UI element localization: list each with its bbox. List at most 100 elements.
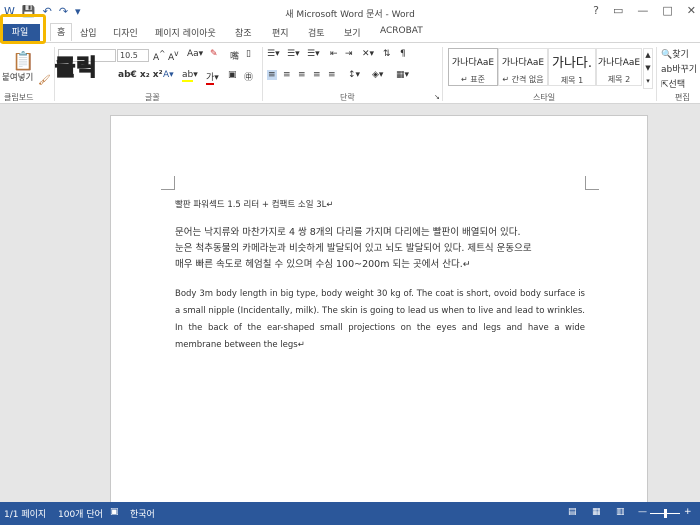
format-painter-icon[interactable]: 🖌 xyxy=(38,75,51,86)
style-heading-2[interactable]: 가나다AaE 제목 2 xyxy=(596,48,642,86)
align-center-icon[interactable]: ≡ xyxy=(283,70,291,80)
dialog-launcher-icon[interactable]: ↘ xyxy=(434,93,440,101)
multilevel-icon[interactable]: ☰▾ xyxy=(307,49,320,59)
tab-view[interactable]: 보기 xyxy=(344,26,361,39)
zoom-out-icon[interactable]: — xyxy=(638,507,647,517)
korean-line-3: 매우 빠른 속도로 헤엄칠 수 있으며 수심 100~200m 되는 곳에서 산… xyxy=(175,259,471,270)
styles-group-label: 스타일 xyxy=(533,93,556,102)
replace-icon: ab xyxy=(661,65,673,75)
strike-subscript-icon[interactable]: ab€ x₂ x² xyxy=(118,70,163,80)
style-name: 제목 1 xyxy=(560,76,584,85)
numbering-icon[interactable]: ☰▾ xyxy=(287,49,300,59)
window-controls: ? ▭ — □ ✕ xyxy=(593,4,696,17)
zoom-in-icon[interactable]: + xyxy=(684,507,692,517)
tab-acrobat[interactable]: ACROBAT xyxy=(380,26,423,36)
clear-format-icon[interactable]: ✎ xyxy=(210,49,218,59)
highlight-icon[interactable]: ab▾ xyxy=(182,70,198,82)
status-bar: 1/1 페이지 100개 단어 ▣ 한국어 ▤ ▦ ▥ — + xyxy=(0,502,700,525)
distribute-icon[interactable]: ≡ xyxy=(328,70,336,80)
shrink-font-icon[interactable]: Av xyxy=(168,49,179,63)
clipboard-group-label: 클립보드 xyxy=(4,93,34,102)
file-tab-highlight xyxy=(0,14,46,44)
paste-icon[interactable]: 📋 xyxy=(12,51,34,72)
style-heading-1[interactable]: 가나다. 제목 1 xyxy=(548,48,596,86)
zoom-slider-thumb[interactable] xyxy=(664,509,667,518)
korean-paragraph[interactable]: 문어는 낙지류와 마찬가지로 4 쌍 8개의 다리를 가지며 다리에는 빨판이 … xyxy=(175,225,585,273)
line-spacing-icon[interactable]: ↕▾ xyxy=(348,70,360,80)
margin-corner xyxy=(161,176,175,190)
separator xyxy=(656,47,657,101)
proofing-icon[interactable]: ▣ xyxy=(110,507,119,517)
editing-group-label: 편집 xyxy=(675,93,690,102)
font-group-label: 글꼴 xyxy=(145,93,160,102)
change-case-icon[interactable]: Aa▾ xyxy=(187,49,203,59)
minimize-icon[interactable]: — xyxy=(637,4,648,17)
phonetic-icon[interactable]: 嘴 xyxy=(230,49,239,62)
style-name: 제목 2 xyxy=(607,75,631,84)
style-preview: 가나다AaE xyxy=(597,58,641,68)
ribbon-tabs: 파일 홈 삽입 디자인 페이지 레이아웃 참조 편지 검토 보기 ACROBAT xyxy=(0,23,700,42)
style-preview: 가나다AaE xyxy=(501,58,545,68)
read-mode-icon[interactable]: ▤ xyxy=(568,507,577,517)
font-color-icon[interactable]: 가▾ xyxy=(206,70,219,85)
style-normal[interactable]: 가나다AaE ↵ 표준 xyxy=(448,48,498,86)
enclose-char-icon[interactable]: ㊥ xyxy=(244,70,253,83)
char-shading-icon[interactable]: ▣ xyxy=(228,70,237,80)
tab-page-layout[interactable]: 페이지 레이아웃 xyxy=(155,26,216,39)
language[interactable]: 한국어 xyxy=(130,507,155,520)
maximize-icon[interactable]: □ xyxy=(662,4,672,17)
borders-icon[interactable]: ▦▾ xyxy=(396,70,409,80)
english-paragraph[interactable]: Body 3m body length in big type, body we… xyxy=(175,286,585,354)
style-preview: 가나다AaE xyxy=(451,58,495,68)
tab-references[interactable]: 참조 xyxy=(235,26,252,39)
decrease-indent-icon[interactable]: ⇤ xyxy=(330,49,338,59)
asian-layout-icon[interactable]: ✕▾ xyxy=(362,49,374,59)
tab-home[interactable]: 홈 xyxy=(50,23,73,41)
select-icon: ⇱ xyxy=(661,80,669,90)
shading-icon[interactable]: ◈▾ xyxy=(372,70,383,80)
style-no-spacing[interactable]: 가나다AaE ↵ 간격 없음 xyxy=(498,48,548,86)
tab-mailings[interactable]: 편지 xyxy=(272,26,289,39)
paste-label[interactable]: 붙여넣기 xyxy=(2,71,33,83)
grow-font-icon[interactable]: A^ xyxy=(153,49,165,63)
word-count[interactable]: 100개 단어 xyxy=(58,507,103,520)
style-name: ↵ 간격 없음 xyxy=(502,75,544,84)
align-left-icon[interactable]: ≡ xyxy=(267,70,277,80)
find-label: 찾기 xyxy=(672,50,689,60)
tab-insert[interactable]: 삽입 xyxy=(80,26,97,39)
tab-design[interactable]: 디자인 xyxy=(113,26,138,39)
korean-line-1: 문어는 낙지류와 마찬가지로 4 쌍 8개의 다리를 가지며 다리에는 빨판이 … xyxy=(175,227,521,238)
ribbon-display-icon[interactable]: ▭ xyxy=(613,4,623,17)
web-layout-icon[interactable]: ▥ xyxy=(616,507,625,517)
title-bar: W 💾 ↶ ↷ ▾ 새 Microsoft Word 문서 - Word ? ▭… xyxy=(0,0,700,24)
page-count[interactable]: 1/1 페이지 xyxy=(4,507,46,520)
replace-label: 바꾸기 xyxy=(672,65,698,75)
text-effects-icon[interactable]: A▾ xyxy=(163,70,174,80)
align-right-icon[interactable]: ≡ xyxy=(298,70,306,80)
title-line[interactable]: 빨판 파워섹드 1.5 리터 + 컴팩트 소일 3L↵ xyxy=(175,198,585,210)
char-border-icon[interactable]: ▯ xyxy=(246,49,251,59)
help-icon[interactable]: ? xyxy=(593,4,599,17)
document-page[interactable]: 빨판 파워섹드 1.5 리터 + 컴팩트 소일 3L↵ 문어는 낙지류와 마찬가… xyxy=(110,115,648,515)
close-icon[interactable]: ✕ xyxy=(687,4,696,17)
tab-review[interactable]: 검토 xyxy=(308,26,325,39)
select-button[interactable]: ⇱선택 xyxy=(661,77,685,90)
font-size-box[interactable]: 10.5 xyxy=(117,49,149,62)
styles-scroll-icon[interactable]: ▲ ▼ ▾ xyxy=(643,48,653,89)
style-preview: 가나다. xyxy=(551,56,592,71)
replace-button[interactable]: ab바꾸기 xyxy=(661,62,697,75)
document-area: 빨판 파워섹드 1.5 리터 + 컴팩트 소일 3L↵ 문어는 낙지류와 마찬가… xyxy=(0,105,700,515)
sort-icon[interactable]: ⇅ xyxy=(383,49,391,59)
bullets-icon[interactable]: ☰▾ xyxy=(267,49,280,59)
separator xyxy=(262,47,263,101)
separator xyxy=(442,47,443,101)
print-layout-icon[interactable]: ▦ xyxy=(592,507,601,517)
margin-corner xyxy=(585,176,599,190)
find-icon: 🔍 xyxy=(661,50,673,60)
paragraph-group-label: 단락 xyxy=(340,93,355,102)
justify-icon[interactable]: ≡ xyxy=(313,70,321,80)
korean-line-2: 눈은 척추동물의 카메라눈과 비슷하게 발달되어 있고 뇌도 발달되어 있다. … xyxy=(175,243,532,254)
increase-indent-icon[interactable]: ⇥ xyxy=(345,49,353,59)
show-marks-icon[interactable]: ¶ xyxy=(400,49,406,59)
find-button[interactable]: 🔍찾기 xyxy=(661,47,689,60)
